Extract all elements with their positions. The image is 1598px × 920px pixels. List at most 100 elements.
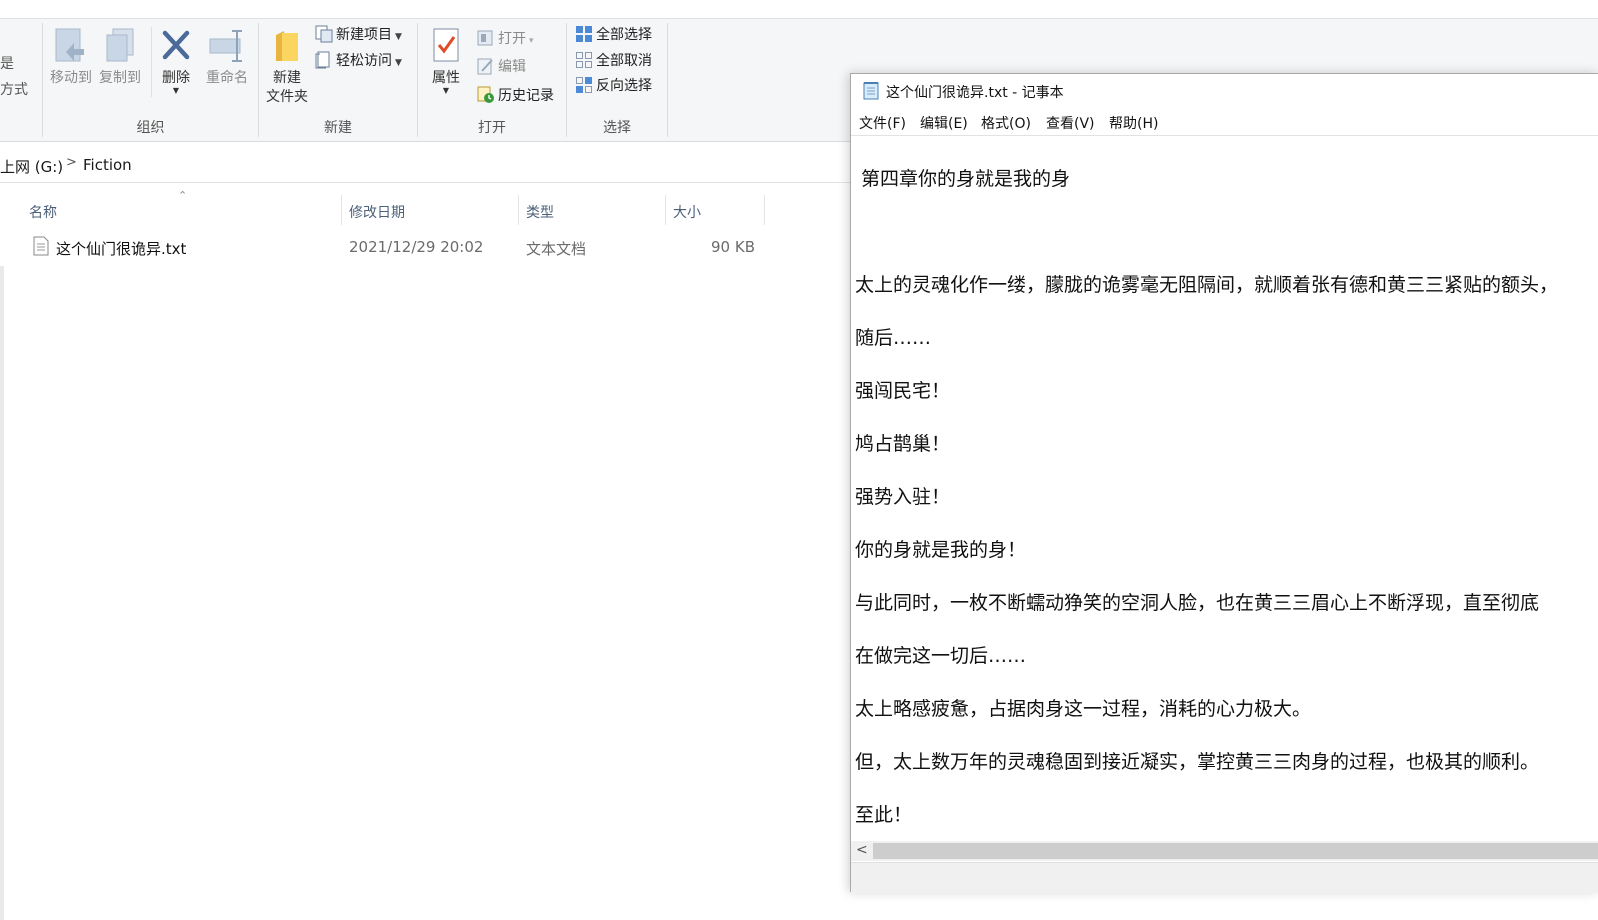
ribbon-group-organize: 移动到 复制到 删除 ▼ 重命名 组织 <box>43 19 258 141</box>
edit-label: 编辑 <box>498 59 526 75</box>
notepad-window: 这个仙门很诡异.txt - 记事本 文件(F) 编辑(E) 格式(O) 查看(V… <box>850 73 1598 893</box>
select-none-icon <box>576 52 592 68</box>
properties-icon <box>433 28 459 62</box>
invert-selection-button[interactable]: 反向选择 <box>575 75 652 97</box>
delete-button[interactable]: 删除 ▼ <box>156 27 196 95</box>
text-line: 随后…… <box>855 327 932 349</box>
select-all-icon <box>576 26 592 42</box>
column-header-size[interactable]: 大小 <box>673 202 701 222</box>
move-to-button[interactable]: 移动到 <box>48 27 94 88</box>
text-line: 强势入驻！ <box>855 486 951 508</box>
notepad-title: 这个仙门很诡异.txt - 记事本 <box>886 85 1064 101</box>
menu-edit[interactable]: 编辑(E) <box>920 113 968 133</box>
ribbon-divider <box>667 23 668 137</box>
text-file-icon <box>33 236 49 260</box>
invert-selection-icon <box>576 77 592 93</box>
move-to-icon <box>55 28 84 62</box>
select-none-button[interactable]: 全部取消 <box>575 50 652 72</box>
history-button[interactable]: 历史记录 <box>477 85 554 107</box>
open-icon <box>477 30 493 46</box>
move-to-label: 移动到 <box>50 70 92 86</box>
navigation-pane-edge[interactable] <box>0 266 4 920</box>
column-divider[interactable] <box>518 195 519 225</box>
text-line: 至此！ <box>855 804 913 826</box>
file-modified: 2021/12/29 20:02 <box>349 238 484 256</box>
folder-icon <box>276 31 298 61</box>
address-bar[interactable]: 上网 (G:) > Fiction <box>0 148 850 183</box>
delete-caret-icon: ▼ <box>172 86 180 95</box>
column-divider[interactable] <box>341 195 342 225</box>
history-icon <box>477 86 494 103</box>
rename-label: 重命名 <box>206 70 248 86</box>
open-group-label: 打开 <box>478 120 506 136</box>
title-strip <box>0 0 1598 19</box>
properties-caret-icon: ▼ <box>442 86 450 95</box>
file-list-header: ⌃ 名称 修改日期 类型 大小 <box>0 189 765 225</box>
scrollbar-thumb[interactable] <box>873 843 1598 859</box>
scroll-left-arrow-icon[interactable]: < <box>856 842 868 858</box>
delete-icon <box>162 30 190 60</box>
copy-to-label: 复制到 <box>99 70 141 86</box>
menu-view[interactable]: 查看(V) <box>1046 113 1095 133</box>
column-header-name[interactable]: 名称 <box>29 202 57 222</box>
breadcrumb-folder[interactable]: Fiction <box>83 156 132 174</box>
copy-to-button[interactable]: 复制到 <box>96 27 144 88</box>
ribbon-group-select: 全部选择 全部取消 反向选择 选择 <box>567 19 667 141</box>
column-header-modified[interactable]: 修改日期 <box>349 202 405 222</box>
new-folder-button[interactable]: 新建 文件夹 <box>261 27 313 107</box>
sort-up-icon: ⌃ <box>178 189 188 202</box>
easy-access-label: 轻松访问 <box>336 53 392 69</box>
notepad-menu-bar: 文件(F) 编辑(E) 格式(O) 查看(V) 帮助(H) <box>851 107 1598 134</box>
text-line: 强闯民宅！ <box>855 380 951 402</box>
new-item-label: 新建项目 <box>336 27 392 43</box>
file-row[interactable]: 这个仙门很诡异.txt 2021/12/29 20:02 文本文档 90 KB <box>0 236 765 260</box>
open-caret-icon: ▾ <box>529 36 534 46</box>
file-size: 90 KB <box>711 238 755 256</box>
select-all-label: 全部选择 <box>596 27 652 43</box>
easy-access-caret-icon: ▼ <box>395 58 402 68</box>
breadcrumb-chevron-icon[interactable]: > <box>66 155 77 170</box>
partial-label-top: 是 <box>0 56 14 72</box>
easy-access-icon <box>315 51 330 69</box>
select-none-label: 全部取消 <box>596 53 652 69</box>
breadcrumb-drive[interactable]: 上网 (G:) <box>0 156 63 177</box>
history-label: 历史记录 <box>498 88 554 104</box>
new-folder-label-1: 新建 <box>273 70 301 86</box>
file-name: 这个仙门很诡异.txt <box>56 240 187 258</box>
new-item-button[interactable]: 新建项目 ▼ <box>315 24 402 46</box>
text-line: 你的身就是我的身！ <box>855 539 1027 561</box>
menu-file[interactable]: 文件(F) <box>859 113 906 133</box>
text-line: 第四章你的身就是我的身 <box>861 168 1071 190</box>
rename-button[interactable]: 重命名 <box>200 27 254 88</box>
text-line: 但，太上数万年的灵魂稳固到接近凝实，掌控黄三三肉身的过程，也极其的顺利。 <box>855 751 1540 773</box>
partial-shortcut-label[interactable]: 方式 <box>0 79 28 99</box>
text-line: 太上的灵魂化作一缕，朦胧的诡雾毫无阻隔间，就顺着张有德和黄三三紧贴的额头， <box>855 274 1559 296</box>
notepad-text-area[interactable]: 第四章你的身就是我的身 太上的灵魂化作一缕，朦胧的诡雾毫无阻隔间，就顺着张有德和… <box>851 135 1598 842</box>
edit-button[interactable]: 编辑 <box>477 56 526 78</box>
column-divider[interactable] <box>764 195 765 225</box>
invert-selection-label: 反向选择 <box>596 78 652 94</box>
new-group-label: 新建 <box>324 120 352 136</box>
open-button[interactable]: 打开 ▾ <box>477 28 534 50</box>
file-type: 文本文档 <box>526 240 587 258</box>
notepad-status-bar <box>851 862 1598 893</box>
column-divider[interactable] <box>665 195 666 225</box>
text-line: 与此同时，一枚不断蠕动狰笑的空洞人脸，也在黄三三眉心上不断浮现，直至彻底 <box>855 592 1540 614</box>
ribbon-group-new: 新建 文件夹 新建项目 ▼ 轻松访问 ▼ 新建 <box>259 19 417 141</box>
column-header-type[interactable]: 类型 <box>526 202 554 222</box>
open-label: 打开 <box>498 31 526 47</box>
new-folder-label-2: 文件夹 <box>266 89 308 105</box>
easy-access-button[interactable]: 轻松访问 ▼ <box>315 50 402 72</box>
edit-icon <box>477 58 493 75</box>
notepad-title-bar[interactable]: 这个仙门很诡异.txt - 记事本 <box>851 74 1598 106</box>
menu-format[interactable]: 格式(O) <box>981 113 1031 133</box>
select-all-button[interactable]: 全部选择 <box>575 24 652 46</box>
notepad-icon <box>862 81 880 104</box>
new-item-icon <box>315 25 333 43</box>
ribbon-group-partial: 是 方式 <box>0 19 42 141</box>
menu-help[interactable]: 帮助(H) <box>1109 113 1158 133</box>
text-line: 在做完这一切后…… <box>855 645 1027 667</box>
properties-button[interactable]: 属性 ▼ <box>424 27 468 95</box>
organize-divider <box>151 27 152 97</box>
horizontal-scrollbar[interactable]: < <box>851 841 1598 861</box>
